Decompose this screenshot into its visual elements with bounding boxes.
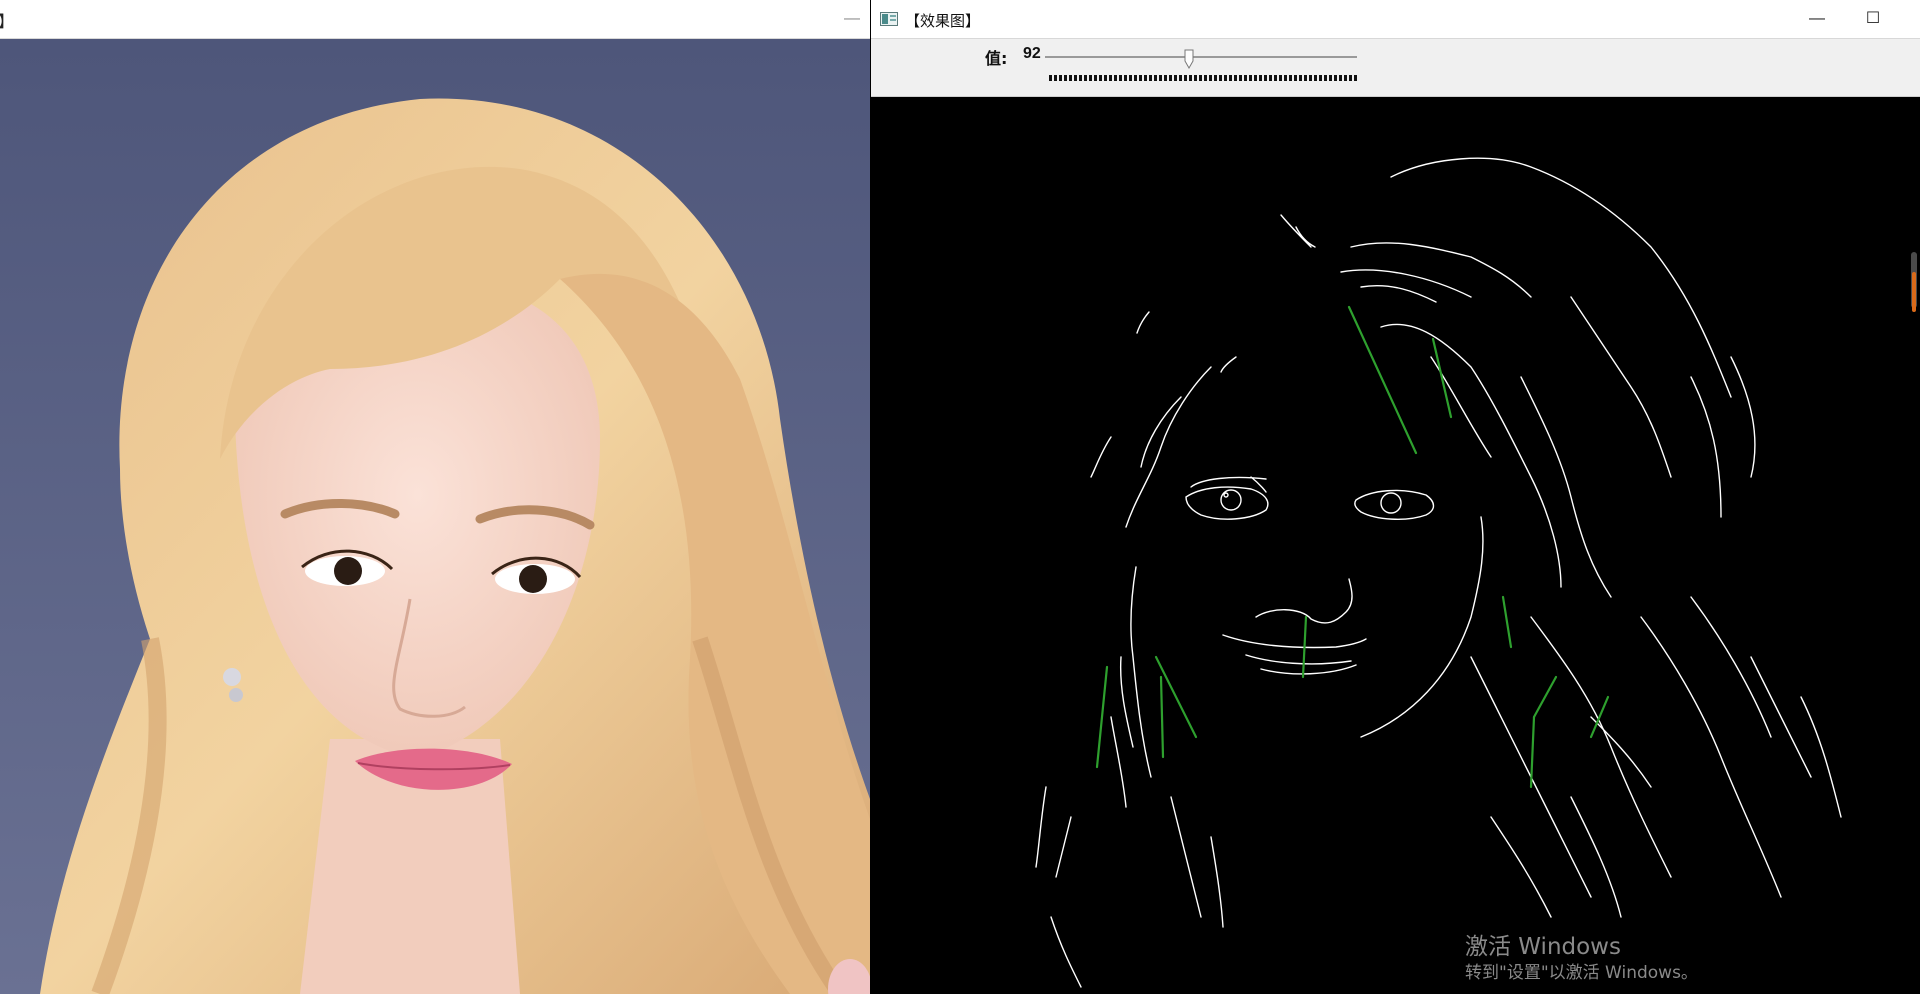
result-window: 【效果图】 — ☐ 值: 92 激活 Windows 转到"设置"以激活 Win…: [871, 0, 1920, 994]
result-window-title: 【效果图】: [905, 12, 981, 30]
source-window-title: 】: [0, 8, 14, 32]
trackbar-thumb[interactable]: [1184, 49, 1194, 70]
maximize-button[interactable]: ☐: [1845, 0, 1901, 38]
trackbar-track[interactable]: [1045, 56, 1357, 58]
source-window-titlebar[interactable]: 】 —: [0, 0, 870, 39]
source-minimize-button[interactable]: —: [840, 4, 864, 34]
trackbar-panel: 值: 92: [871, 39, 1920, 97]
source-image-window: 】 —: [0, 0, 870, 994]
activation-watermark-subtitle: 转到"设置"以激活 Windows。: [1465, 963, 1698, 983]
edge-detection-canvas: [871, 97, 1920, 994]
source-photo: [0, 39, 870, 994]
trackbar-ticks: [1049, 75, 1359, 81]
activation-watermark-title: 激活 Windows: [1465, 934, 1621, 960]
scroll-handle-accent: [1912, 272, 1916, 312]
trackbar-label: 值:: [985, 49, 1008, 68]
trackbar-value: 92: [1023, 45, 1041, 62]
app-window-icon: [880, 12, 898, 26]
edge-sketch: [1035, 157, 1842, 988]
portrait-photo: [0, 39, 870, 994]
result-window-titlebar[interactable]: 【效果图】 — ☐: [871, 0, 1920, 39]
minimize-button[interactable]: —: [1789, 0, 1845, 38]
